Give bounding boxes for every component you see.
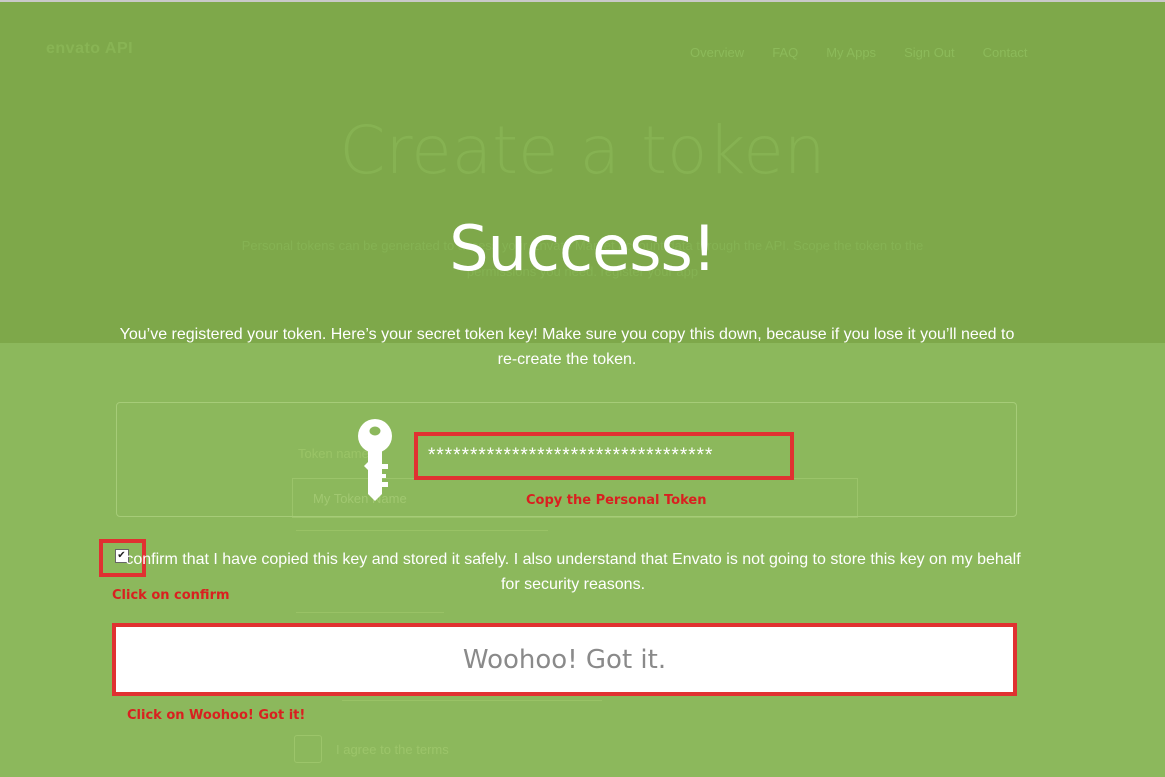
background-check-label: I agree to the terms xyxy=(336,741,449,757)
background-checkbox xyxy=(294,735,322,763)
background-nav: Overview FAQ My Apps Sign Out Contact xyxy=(690,45,1027,60)
woohoo-got-it-button[interactable]: Woohoo! Got it. xyxy=(112,623,1017,696)
background-page-title: Create a token xyxy=(339,112,826,189)
token-field[interactable]: ********************************** xyxy=(414,432,794,480)
annotation-click-confirm: Click on confirm xyxy=(112,588,230,603)
nav-link-my-apps: My Apps xyxy=(826,45,877,60)
background-divider xyxy=(296,612,444,613)
nav-link-contact: Contact xyxy=(982,45,1028,60)
nav-link-overview: Overview xyxy=(690,45,745,60)
annotation-copy-token: Copy the Personal Token xyxy=(526,493,707,508)
success-message: You’ve registered your token. Here’s you… xyxy=(119,326,1015,368)
background-divider xyxy=(342,700,602,701)
key-icon xyxy=(358,419,392,501)
nav-link-faq: FAQ xyxy=(772,45,799,60)
confirm-text: confirm that I have copied this key and … xyxy=(125,551,1021,593)
annotation-click-woohoo: Click on Woohoo! Got it! xyxy=(127,708,306,723)
success-title: Success! xyxy=(449,212,716,285)
background-divider xyxy=(296,530,548,531)
envato-logo: envato API xyxy=(46,40,134,57)
nav-link-sign-out: Sign Out xyxy=(904,45,955,60)
background-check-row: I agree to the terms xyxy=(294,735,449,763)
